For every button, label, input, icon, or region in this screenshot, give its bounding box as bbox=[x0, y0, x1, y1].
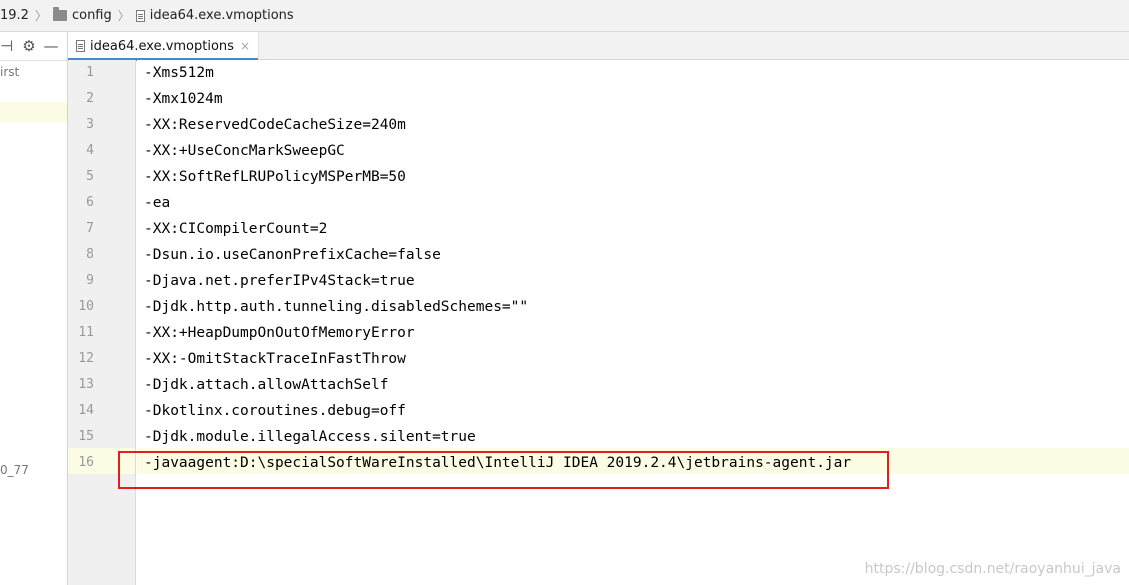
project-tree-selection[interactable] bbox=[0, 102, 67, 123]
line-number: 5 bbox=[86, 169, 94, 184]
line-number-gutter[interactable]: 1 2 3 4 5 6 7 8 9 10 11 12 13 14 15 16 bbox=[68, 60, 136, 585]
code-line[interactable]: -Djdk.module.illegalAccess.silent=true bbox=[144, 424, 476, 450]
line-number: 12 bbox=[78, 351, 94, 366]
close-icon[interactable]: × bbox=[240, 39, 250, 53]
breadcrumb-item-version[interactable]: 19.2 bbox=[0, 8, 29, 23]
editor-tabbar: idea64.exe.vmoptions × bbox=[68, 32, 1129, 61]
line-number: 6 bbox=[86, 195, 94, 210]
collapse-icon[interactable]: ⊣ bbox=[0, 35, 13, 57]
minimize-icon[interactable]: — bbox=[40, 35, 62, 57]
project-panel: ⊣ ⚙ — irst 0_77 bbox=[0, 32, 68, 585]
breadcrumb: 19.2 〉 config 〉 idea64.exe.vmoptions bbox=[0, 0, 1129, 32]
line-number: 11 bbox=[78, 325, 94, 340]
line-number: 2 bbox=[86, 91, 94, 106]
tab-idea64-vmoptions[interactable]: idea64.exe.vmoptions × bbox=[68, 32, 259, 61]
code-line[interactable]: -Djdk.attach.allowAttachSelf bbox=[144, 372, 388, 398]
file-icon bbox=[76, 40, 85, 52]
breadcrumb-item-file[interactable]: idea64.exe.vmoptions bbox=[135, 8, 294, 23]
breadcrumb-label: idea64.exe.vmoptions bbox=[149, 8, 294, 23]
watermark: https://blog.csdn.net/raoyanhui_java bbox=[864, 561, 1121, 577]
project-toolbar: ⊣ ⚙ — bbox=[0, 32, 67, 61]
code-line[interactable]: -ea bbox=[144, 190, 170, 216]
code-line[interactable]: -Dsun.io.useCanonPrefixCache=false bbox=[144, 242, 441, 268]
line-number: 8 bbox=[86, 247, 94, 262]
code-line[interactable]: -Djava.net.preferIPv4Stack=true bbox=[144, 268, 415, 294]
gear-icon[interactable]: ⚙ bbox=[18, 35, 40, 57]
breadcrumb-label: 19.2 bbox=[0, 8, 29, 23]
breadcrumb-item-config[interactable]: config bbox=[52, 7, 112, 23]
code-editor[interactable]: -Xms512m -Xmx1024m -XX:ReservedCodeCacheSi… bbox=[137, 60, 1129, 585]
code-line[interactable]: -Xms512m bbox=[144, 60, 214, 86]
code-line[interactable]: -XX:SoftRefLRUPolicyMSPerMB=50 bbox=[144, 164, 406, 190]
code-line[interactable]: -XX:+HeapDumpOnOutOfMemoryError bbox=[144, 320, 415, 346]
folder-icon bbox=[52, 7, 67, 21]
line-number: 13 bbox=[78, 377, 94, 392]
line-number: 14 bbox=[78, 403, 94, 418]
line-number: 7 bbox=[86, 221, 94, 236]
code-line[interactable]: -XX:+UseConcMarkSweepGC bbox=[144, 138, 345, 164]
file-icon bbox=[135, 9, 145, 22]
annotation-highlight-box bbox=[118, 451, 889, 489]
line-number: 10 bbox=[78, 299, 94, 314]
line-number: 15 bbox=[78, 429, 94, 444]
code-line[interactable]: -Djdk.http.auth.tunneling.disabledScheme… bbox=[144, 294, 528, 320]
line-number: 4 bbox=[86, 143, 94, 158]
breadcrumb-separator-icon: 〉 bbox=[34, 9, 47, 23]
line-number: 1 bbox=[86, 65, 94, 80]
code-line[interactable]: -XX:ReservedCodeCacheSize=240m bbox=[144, 112, 406, 138]
line-number: 9 bbox=[86, 273, 94, 288]
project-tree-item[interactable]: irst bbox=[0, 62, 19, 82]
breadcrumb-separator-icon: 〉 bbox=[117, 9, 130, 23]
code-line[interactable]: -XX:-OmitStackTraceInFastThrow bbox=[144, 346, 406, 372]
line-number: 16 bbox=[78, 455, 94, 470]
code-line[interactable]: -Xmx1024m bbox=[144, 86, 223, 112]
line-number: 3 bbox=[86, 117, 94, 132]
code-line[interactable]: -XX:CICompilerCount=2 bbox=[144, 216, 327, 242]
project-tree-item[interactable]: 0_77 bbox=[0, 460, 29, 480]
tab-label: idea64.exe.vmoptions bbox=[90, 38, 234, 54]
breadcrumb-label: config bbox=[71, 8, 112, 23]
code-line[interactable]: -Dkotlinx.coroutines.debug=off bbox=[144, 398, 406, 424]
